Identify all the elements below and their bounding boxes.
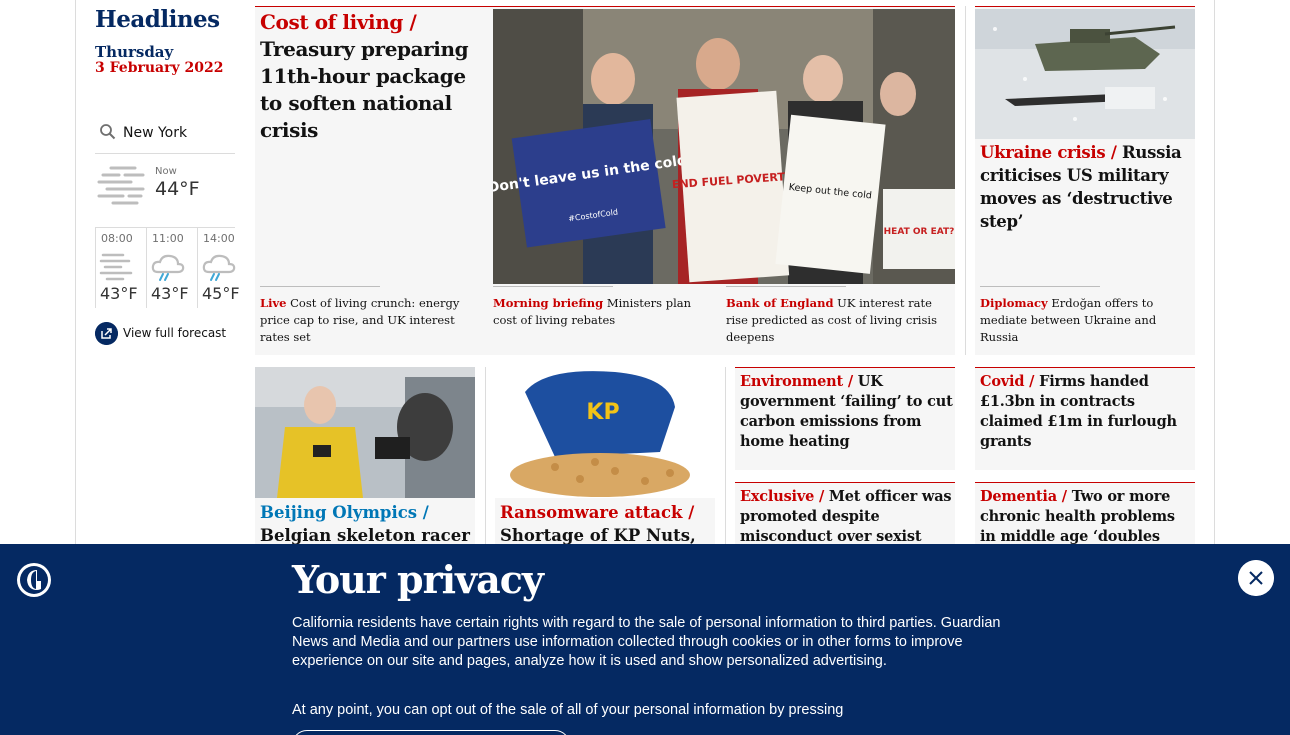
beijing-story-headline[interactable]: Beijing Olympics / Belgian skeleton race… — [260, 501, 472, 547]
forecast-link-label[interactable]: View full forecast — [123, 326, 226, 340]
ukraine-story-headline[interactable]: Ukraine crisis / Russia criticises US mi… — [980, 141, 1192, 233]
rain-cloud-icon — [151, 254, 185, 281]
weather-hourly: 08:00 43°F 11:00 43°F 14:00 45°F — [95, 228, 240, 308]
beijing-story-kicker: Beijing Olympics — [260, 503, 418, 522]
divider — [493, 286, 613, 287]
main-story-card[interactable]: Cost of living / Treasury preparing 11th… — [255, 6, 955, 355]
story-kicker: Covid — [980, 373, 1025, 390]
weather-now: Now 44°F — [95, 158, 235, 228]
sign-text: HEAT OR EAT? — [884, 227, 955, 237]
sub-story-link[interactable]: Diplomacy Erdoğan offers to mediate betw… — [980, 286, 1190, 346]
sub-story-text: Cost of living crunch: energy price cap … — [260, 296, 460, 344]
weather-now-temp: 44°F — [155, 178, 200, 200]
ransomware-story-headline[interactable]: Ransomware attack / Shortage of KP Nuts, — [500, 501, 712, 547]
weather-hour-time: 11:00 — [152, 232, 184, 245]
story-kicker: Environment — [740, 373, 843, 390]
kicker-slash: / — [843, 373, 858, 390]
sub-story-kicker: Diplomacy — [980, 296, 1048, 310]
kicker-slash: / — [417, 503, 429, 522]
main-story-kicker: Cost of living — [260, 10, 403, 34]
sub-story-kicker: Bank of England — [726, 296, 834, 310]
main-story-headline[interactable]: Cost of living / Treasury preparing 11th… — [260, 9, 485, 144]
divider — [980, 286, 1100, 287]
weather-hour: 14:00 45°F — [197, 228, 245, 308]
ukraine-story-kicker: Ukraine crisis — [980, 143, 1106, 162]
column-divider — [725, 367, 726, 547]
privacy-body-optout: At any point, you can opt out of the sal… — [292, 702, 844, 718]
column-divider — [485, 367, 486, 547]
divider — [260, 286, 380, 287]
olympic-athlete-photo[interactable] — [255, 367, 475, 498]
main-story-title: Treasury preparing 11th-hour package to … — [260, 37, 469, 142]
snow-tank-photo[interactable] — [975, 9, 1195, 139]
story-card[interactable]: Environment / UK government ‘failing’ to… — [735, 367, 955, 470]
sub-story-kicker: Live — [260, 296, 287, 310]
weather-now-label: Now — [155, 166, 177, 177]
fog-icon — [97, 166, 145, 205]
search-icon — [100, 124, 116, 140]
kicker-slash: / — [682, 503, 695, 522]
ransomware-story-card[interactable]: KP Ransomware attack / Shortage of KP Nu… — [495, 367, 715, 567]
sub-story-link[interactable]: Morning briefing Ministers plan cost of … — [493, 286, 713, 329]
sub-story-link[interactable]: Live Cost of living crunch: energy price… — [260, 286, 480, 346]
weather-city[interactable]: New York — [123, 125, 187, 141]
beijing-story-title: Belgian skeleton racer — [260, 526, 470, 545]
rain-cloud-icon — [202, 254, 236, 281]
privacy-body: California residents have certain rights… — [292, 615, 1001, 669]
sub-story-link[interactable]: Bank of England UK interest rate rise pr… — [726, 286, 951, 346]
beijing-story-card[interactable]: Beijing Olympics / Belgian skeleton race… — [255, 367, 475, 567]
guardian-logo[interactable] — [16, 562, 52, 598]
privacy-title: Your privacy — [292, 557, 544, 602]
divider — [726, 286, 846, 287]
story-kicker: Dementia — [980, 488, 1057, 505]
date-day: Thursday — [95, 43, 174, 61]
privacy-action-button[interactable] — [292, 730, 570, 735]
kicker-slash: / — [814, 488, 829, 505]
column-divider — [965, 6, 966, 355]
kicker-slash: / — [1105, 143, 1122, 162]
ransomware-story-kicker: Ransomware attack — [500, 503, 683, 522]
ransomware-story-title: Shortage of KP Nuts, — [500, 526, 696, 545]
section-title: Headlines — [95, 6, 220, 33]
weather-hour: 08:00 43°F — [95, 228, 143, 308]
story-card[interactable]: Covid / Firms handed £1.3bn in contracts… — [975, 367, 1195, 470]
protest-photo[interactable]: Don't leave us in the cold #CostofCold E… — [493, 9, 955, 284]
sub-story-kicker: Morning briefing — [493, 296, 604, 310]
kicker-slash: / — [1024, 373, 1040, 390]
weather-hour-temp: 45°F — [202, 284, 240, 303]
fog-icon — [99, 253, 133, 281]
privacy-banner: Your privacy California residents have c… — [0, 544, 1290, 735]
kicker-slash: / — [402, 10, 417, 34]
story-headline[interactable]: Environment / UK government ‘failing’ to… — [740, 372, 953, 452]
weather-hour: 11:00 43°F — [146, 228, 194, 308]
weather-hour-temp: 43°F — [151, 284, 189, 303]
kp-nuts-photo[interactable]: KP — [495, 367, 715, 498]
brand-text: KP — [586, 400, 619, 425]
story-headline[interactable]: Covid / Firms handed £1.3bn in contracts… — [980, 372, 1193, 452]
weather-hour-time: 08:00 — [101, 232, 133, 245]
weather-hour-time: 14:00 — [203, 232, 235, 245]
ukraine-story-card[interactable]: Ukraine crisis / Russia criticises US mi… — [975, 6, 1195, 355]
story-kicker: Exclusive — [740, 488, 815, 505]
weather-location-search[interactable]: New York — [95, 118, 235, 154]
weather-hour-temp: 43°F — [100, 284, 138, 303]
external-link-icon — [95, 322, 118, 345]
kicker-slash: / — [1056, 488, 1072, 505]
date-full: 3 February 2022 — [95, 60, 224, 76]
close-icon[interactable] — [1238, 560, 1274, 596]
